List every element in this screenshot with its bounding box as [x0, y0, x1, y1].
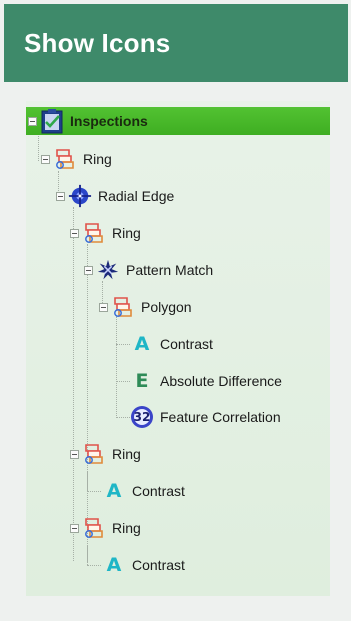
tree-item-polygon[interactable]: Polygon: [99, 293, 192, 321]
polygon-tool-icon: [111, 295, 135, 319]
tree-guide: [116, 316, 117, 416]
tree-item-label: Ring: [112, 225, 141, 241]
tree-item-absolute-difference[interactable]: E Absolute Difference: [130, 367, 282, 395]
tree-item-ring[interactable]: Ring: [41, 145, 112, 173]
contrast-a-icon: A: [106, 554, 122, 576]
feature-correlation-icon: 32: [130, 405, 154, 429]
tree-guide: [87, 545, 88, 565]
tree-item-contrast[interactable]: A Contrast: [130, 330, 213, 358]
tree-item-label: Radial Edge: [98, 188, 175, 204]
ring-tool-icon: [53, 147, 77, 171]
tree-item-radial-edge[interactable]: Radial Edge: [56, 182, 174, 210]
clipboard-check-icon: [40, 109, 64, 134]
ring-tool-icon: [82, 442, 106, 466]
tree-item-label: Contrast: [132, 557, 185, 573]
pattern-match-icon: [96, 258, 120, 282]
tree-item-label: Ring: [112, 446, 141, 462]
tree-guide: [73, 207, 74, 561]
contrast-a-icon: A: [106, 480, 122, 502]
tree-guide: [116, 417, 130, 418]
tree-guide: [116, 381, 130, 382]
tree-item-label: Contrast: [132, 483, 185, 499]
tree-guide: [116, 344, 130, 345]
tree-item-contrast[interactable]: A Contrast: [102, 551, 185, 579]
tree-item-inspections[interactable]: Inspections: [28, 107, 148, 135]
tree-item-label: Absolute Difference: [160, 373, 282, 389]
tree-item-label: Pattern Match: [126, 262, 214, 278]
tree-item-feature-correlation[interactable]: 32 Feature Correlation: [130, 403, 281, 431]
tree-guide: [38, 131, 39, 161]
page-header: Show Icons: [4, 4, 348, 82]
collapse-toggle-icon[interactable]: [84, 265, 93, 275]
tree-item-ring[interactable]: Ring: [70, 219, 141, 247]
tree-item-ring[interactable]: Ring: [70, 440, 141, 468]
collapse-toggle-icon[interactable]: [56, 191, 65, 201]
radial-edge-icon: [68, 184, 92, 208]
collapse-toggle-icon[interactable]: [41, 154, 50, 164]
tree-guide: [87, 471, 88, 491]
absolute-difference-e-icon: E: [135, 370, 149, 392]
collapse-toggle-icon[interactable]: [70, 228, 79, 238]
tree-item-label: Polygon: [141, 299, 192, 315]
tree-item-label: Inspections: [70, 113, 148, 129]
collapse-toggle-icon[interactable]: [70, 523, 79, 533]
tree-item-ring[interactable]: Ring: [70, 514, 141, 542]
ring-tool-icon: [82, 516, 106, 540]
collapse-toggle-icon[interactable]: [99, 302, 108, 312]
tree-item-contrast[interactable]: A Contrast: [102, 477, 185, 505]
feature-correlation-glyph: 32: [133, 410, 151, 424]
tree-item-label: Ring: [83, 151, 112, 167]
tree-guide: [87, 491, 101, 492]
inspection-tree: Inspections Ring Radial Edge Ring Patter…: [26, 101, 330, 596]
tree-item-label: Contrast: [160, 336, 213, 352]
ring-tool-icon: [82, 221, 106, 245]
page-title: Show Icons: [24, 28, 171, 58]
collapse-toggle-icon[interactable]: [70, 449, 79, 459]
collapse-toggle-icon[interactable]: [28, 116, 37, 126]
tree-item-pattern-match[interactable]: Pattern Match: [84, 256, 213, 284]
contrast-a-icon: A: [134, 333, 150, 355]
tree-guide: [87, 565, 101, 566]
tree-item-label: Feature Correlation: [160, 409, 281, 425]
tree-item-label: Ring: [112, 520, 141, 536]
